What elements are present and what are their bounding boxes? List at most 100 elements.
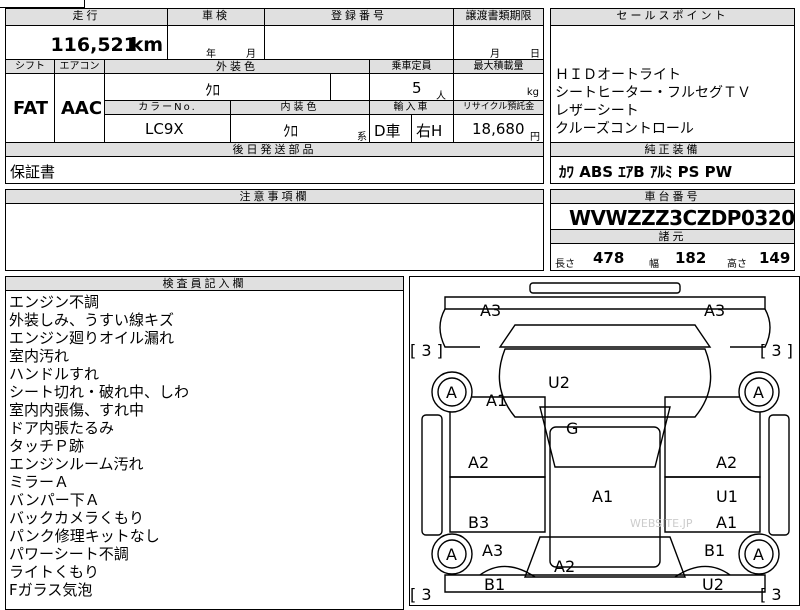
shift-header: シフト	[5, 59, 55, 74]
length-value: 478	[593, 249, 625, 267]
import-type-cell: D車	[369, 114, 412, 143]
import-header: 輸入車	[369, 100, 454, 115]
transfer-deadline-header: 譲渡書類期限	[453, 8, 544, 26]
color-no-header: カラーNo.	[104, 100, 231, 115]
car-diagram-box: WEBSITE.JP [ 3 ] [ 3 ] [ 3 [ 3 A3 A3 A A…	[409, 276, 800, 606]
damage-right-quarter: B1	[704, 541, 726, 560]
damage-right-rear-door: A1	[716, 513, 738, 532]
registration-cell	[264, 25, 454, 60]
damage-right-rear-door-upper: U1	[716, 487, 738, 506]
inspector-note: タッチＰ跡	[9, 437, 85, 455]
inspector-header: 検査員記入欄	[5, 276, 404, 291]
later-parts-header: 後日発送部品	[5, 142, 544, 157]
inspector-note: パワーシート不調	[9, 545, 129, 563]
chassis-cell: WVWZZZ3CZDP032083	[550, 203, 795, 230]
aircon-header: エアコン	[54, 59, 105, 74]
chassis-number-value: WVWZZZ3CZDP032083	[569, 206, 795, 230]
recycle-unit: 円	[530, 132, 540, 143]
damage-rear-bumper-left: B1	[484, 575, 506, 594]
transfer-cell: 月 日	[453, 25, 544, 60]
inspector-note: 外装しみ、うすい線キズ	[9, 311, 175, 329]
import-type-value: D車	[374, 122, 401, 140]
bracket-front-right: [ 3 ]	[760, 341, 793, 360]
damage-windshield: G	[566, 419, 579, 438]
steering-value: 右H	[416, 122, 443, 140]
interior-color-cell: ｸﾛ 系	[230, 114, 370, 143]
mileage-cell: 116,521 km	[5, 25, 168, 60]
height-label: 高さ	[727, 259, 747, 270]
inspector-note: ハンドルすれ	[9, 365, 100, 383]
width-value: 182	[675, 249, 707, 267]
exterior-color-extra	[330, 73, 370, 101]
color-no-cell: LC9X	[104, 114, 231, 143]
inspection-month: 月	[246, 49, 256, 60]
damage-front-bumper-left: A3	[480, 301, 502, 320]
inspector-note: Fガラス気泡	[9, 581, 93, 599]
top-strip-cell	[0, 0, 85, 8]
width-label: 幅	[649, 259, 659, 270]
sales-point-box: ＨＩＤオートライト シートヒーター・フルセグＴＶ レザーシート クルーズコントロ…	[550, 25, 795, 143]
damage-rear-window: A2	[554, 557, 576, 576]
genuine-cell: ｶﾜ ABS ｴｱB ｱﾙﾐ PS PW	[550, 156, 795, 184]
color-no-value: LC9X	[145, 120, 184, 138]
recycle-value: 18,680	[472, 120, 525, 138]
sales-point-item: ＨＩＤオートライト	[555, 67, 681, 83]
inspector-notes-box: エンジン不調 外装しみ、うすい線キズ エンジン廻りオイル漏れ 室内汚れ ハンドル…	[5, 290, 404, 610]
inspector-note: シート切れ・破れ中、しわ	[9, 383, 190, 401]
inspector-note: バンパー下Ａ	[9, 491, 100, 509]
interior-color-value: ｸﾛ	[283, 122, 299, 140]
sales-point-header: セールスポイント	[550, 8, 795, 26]
inspector-note: バックカメラくもり	[9, 509, 145, 527]
capacity-cell: 5 人	[369, 73, 454, 101]
capacity-unit: 人	[436, 91, 446, 101]
tire-rear-left: A	[446, 545, 457, 564]
car-outline	[421, 282, 790, 593]
bracket-rear-right: [ 3	[760, 585, 782, 604]
sales-point-item: シートヒーター・フルセグＴＶ	[555, 85, 751, 101]
exterior-color-header: 外装色	[104, 59, 370, 74]
inspector-note: エンジンルーム汚れ	[9, 455, 144, 473]
damage-roof: A1	[592, 487, 614, 506]
transfer-month: 月	[490, 49, 500, 60]
shift-value: FAT	[13, 98, 49, 119]
tire-front-right: A	[753, 383, 764, 402]
damage-left-front-door: A2	[468, 453, 490, 472]
notes-header: 注意事項欄	[5, 189, 544, 204]
damage-right-front-door: A2	[716, 453, 738, 472]
height-value: 149	[759, 249, 791, 267]
genuine-equipment-value: ｶﾜ ABS ｴｱB ｱﾙﾐ PS PW	[559, 163, 733, 181]
max-load-cell: kg	[453, 73, 544, 101]
interior-color-header: 内装色	[230, 100, 370, 115]
genuine-header: 純正装備	[550, 142, 795, 157]
watermark: WEBSITE.JP	[630, 517, 693, 530]
inspector-note: ミラーＡ	[9, 473, 70, 491]
recycle-header: リサイクル預託金	[453, 100, 544, 115]
bracket-front-left: [ 3 ]	[410, 341, 443, 360]
inspector-note: 室内汚れ	[9, 347, 70, 365]
sales-point-item: レザーシート	[555, 103, 639, 119]
mileage-header: 走行	[5, 8, 168, 26]
inspection-header: 車検	[167, 8, 265, 26]
inspector-note: ドア内張たるみ	[9, 419, 115, 437]
steering-cell: 右H	[411, 114, 454, 143]
notes-cell	[5, 203, 544, 271]
inspector-note: パンク修理キットなし	[9, 527, 160, 545]
damage-front-bumper-right: A3	[704, 301, 726, 320]
damage-hood: U2	[548, 373, 570, 392]
inspector-note: ライトくもり	[9, 563, 100, 581]
recycle-cell: 18,680 円	[453, 114, 544, 143]
max-load-header: 最大積載量	[453, 59, 544, 74]
dimensions-header: 諸元	[550, 229, 795, 244]
aircon-value: AAC	[61, 98, 103, 119]
damage-left-rear-door: B3	[468, 513, 490, 532]
inspector-note: エンジン不調	[9, 293, 100, 311]
damage-left-fender: A1	[486, 391, 508, 410]
dimensions-cell: 長さ 478 幅 182 高さ 149	[550, 243, 795, 271]
capacity-header: 乗車定員	[369, 59, 454, 74]
max-load-unit: kg	[526, 87, 539, 98]
mileage-value: 116,521	[50, 34, 137, 56]
damage-left-quarter: A3	[482, 541, 504, 560]
length-label: 長さ	[555, 259, 575, 270]
inspection-year: 年	[206, 49, 216, 60]
interior-color-suffix: 系	[357, 132, 367, 143]
